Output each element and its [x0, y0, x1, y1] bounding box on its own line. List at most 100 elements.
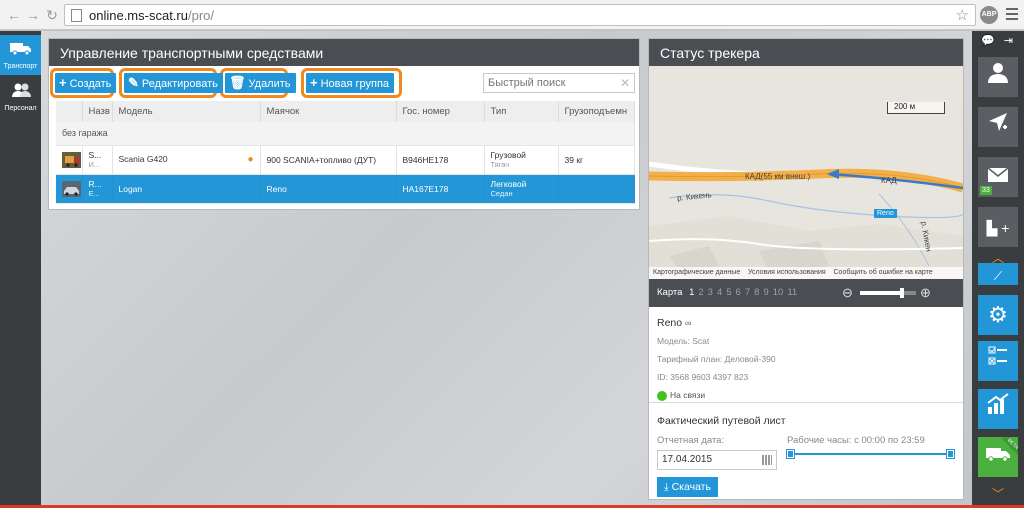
messages-count-badge: 33	[980, 186, 992, 195]
pencil-icon: ✎	[128, 75, 139, 90]
map-page-11[interactable]: 11	[787, 287, 797, 298]
scroll-down-icon[interactable]: ﹀	[972, 488, 1024, 500]
zoom-slider-handle[interactable]	[900, 288, 904, 298]
work-hours-slider[interactable]	[786, 448, 955, 460]
report-error-link[interactable]: Сообщить об ошибке на карте	[834, 269, 933, 276]
map-page-3[interactable]: 3	[708, 287, 713, 298]
forward-arrow-icon[interactable]: →	[25, 7, 41, 23]
map-credits: Картографические данные Условия использо…	[649, 267, 963, 279]
browser-menu-icon[interactable]	[1006, 8, 1018, 23]
settings-button[interactable]: ⚙	[978, 295, 1018, 335]
col-name[interactable]: Назв	[82, 101, 113, 122]
logout-icon[interactable]: ⇥	[1004, 35, 1013, 47]
back-arrow-icon[interactable]: ←	[6, 7, 22, 23]
map-data-link[interactable]: Картографические данные	[653, 269, 740, 276]
vehicle-info: Reno ∞ Модель: Scat Тарифный план: Делов…	[657, 317, 957, 401]
sidebar-item-personnel[interactable]: Персонал	[0, 77, 41, 117]
range-end-handle[interactable]	[946, 449, 955, 459]
profile-button[interactable]	[978, 57, 1018, 97]
range-start-handle[interactable]	[786, 449, 795, 459]
tracker-status-panel: Статус трекера 200 м КАД(55 км внеш.) КА…	[648, 38, 964, 500]
browser-chrome: ← → ↻ online.ms-scat.ru/pro/ ☆ ABP	[0, 0, 1024, 30]
new-group-button[interactable]: + Новая группа	[306, 73, 395, 93]
col-capacity[interactable]: Грузоподъемн	[558, 101, 635, 122]
delete-button[interactable]: 🗑 Удалить	[225, 73, 296, 93]
vehicle-table: Назв Модель Маячок Гос. номер Тип Грузоп…	[56, 101, 635, 204]
col-model[interactable]: Модель	[112, 101, 261, 122]
calendar-icon[interactable]	[762, 455, 772, 465]
plus-icon: +	[59, 75, 67, 90]
adblock-icon[interactable]: ABP	[980, 6, 998, 24]
online-dot-icon	[657, 390, 667, 401]
envelope-icon	[987, 167, 1009, 182]
connection-status: На связи	[657, 390, 957, 401]
map-page-5[interactable]: 5	[726, 287, 731, 298]
col-type[interactable]: Тип	[484, 101, 559, 122]
scroll-up-icon[interactable]: ︿	[972, 252, 1024, 264]
map-page-10[interactable]: 10	[773, 287, 784, 298]
edit-button[interactable]: ✎ Редактировать	[124, 73, 223, 93]
dashboard-add-button[interactable]: ▙ +	[978, 207, 1018, 247]
col-beacon[interactable]: Маячок	[260, 101, 397, 122]
zoom-in-icon[interactable]: ⊕	[920, 286, 931, 299]
reload-icon[interactable]: ↻	[44, 7, 60, 23]
tariff-info: Тарифный план: Деловой-390	[657, 354, 776, 364]
map-page-7[interactable]: 7	[745, 287, 750, 298]
address-bar[interactable]: online.ms-scat.ru/pro/ ☆	[64, 4, 976, 26]
col-plate[interactable]: Гос. номер	[396, 101, 485, 122]
report-date-field[interactable]: 17.04.2015	[657, 450, 777, 470]
work-hours-label: Рабочие часы: с 00:00 по 23:59	[787, 435, 925, 446]
vehicle-model-info: Модель: Scat	[657, 336, 710, 346]
download-button[interactable]: ⤓ Скачать	[657, 477, 718, 497]
vehicle-type: Грузовой Тягач	[484, 145, 559, 175]
reports-chart-button[interactable]: ⟋	[978, 263, 1018, 285]
right-sidebar: 💬 ⇥ 33 ▙ + ︿ ⟋ ⚙ BETA ﹀	[972, 31, 1024, 508]
range-track	[791, 453, 951, 455]
map-page-2[interactable]: 2	[698, 287, 703, 298]
sidebar-item-label: Транспорт	[3, 63, 38, 70]
vehicle-management-panel: Управление транспортными средствами + Соз…	[48, 38, 640, 210]
report-date-label: Отчетная дата:	[657, 435, 725, 446]
vehicle-model: Scania G420 ●	[112, 145, 261, 175]
group-label: без гаража	[56, 122, 635, 146]
map-page-9[interactable]: 9	[763, 287, 768, 298]
map-page-1[interactable]: 1	[689, 287, 694, 298]
clear-search-icon[interactable]: ✕	[620, 76, 630, 90]
table-row[interactable]: S... И... Scania G420 ● 900 SCANIA+топливо…	[56, 145, 635, 175]
map-view[interactable]: 200 м КАД(55 км внеш.) КАД р. Кикень р. …	[649, 66, 963, 279]
map-pages-label: Карта	[657, 287, 683, 298]
analytics-button[interactable]	[978, 389, 1018, 429]
fleet-beta-button[interactable]: BETA	[978, 437, 1018, 477]
vehicle-capacity: 39 кг	[558, 145, 635, 175]
binoculars-icon[interactable]: ∞	[685, 318, 691, 328]
col-thumb	[56, 101, 83, 122]
terms-link[interactable]: Условия использования	[748, 269, 826, 276]
zoom-slider-fill	[860, 291, 902, 295]
group-row[interactable]: без гаража	[56, 122, 635, 146]
zoom-slider[interactable]	[860, 288, 916, 298]
create-button[interactable]: + Создать	[55, 73, 117, 93]
quick-search[interactable]: ✕	[483, 73, 635, 93]
truck-icon	[0, 40, 41, 61]
people-icon	[0, 82, 41, 103]
table-row-selected[interactable]: R... Е... Logan Reno HA167E178 Легковой Се…	[56, 174, 635, 204]
checklist-icon	[988, 346, 1007, 365]
tracking-button[interactable]	[978, 107, 1018, 147]
chat-icon[interactable]: 💬	[981, 35, 995, 47]
vehicle-map-marker[interactable]: Reno	[874, 209, 897, 218]
tasks-button[interactable]	[978, 341, 1018, 381]
status-dot: ●	[247, 154, 254, 165]
truck-icon	[986, 448, 1010, 462]
map-page-4[interactable]: 4	[717, 287, 722, 298]
user-icon	[988, 63, 1008, 83]
zoom-out-icon[interactable]: ⊖	[842, 286, 853, 299]
sidebar-item-label: Персонал	[4, 105, 37, 112]
search-input[interactable]	[484, 74, 614, 92]
bookmark-star-icon[interactable]: ☆	[956, 6, 969, 24]
sidebar-item-transport[interactable]: Транспорт	[0, 35, 41, 75]
map-page-8[interactable]: 8	[754, 287, 759, 298]
map-page-6[interactable]: 6	[736, 287, 741, 298]
map-pages-bar: Карта 1 2 3 4 5 6 7 8 9 10 11 ⊖ ⊕	[649, 279, 963, 307]
messages-button[interactable]: 33	[978, 157, 1018, 197]
url-text: online.ms-scat.ru/pro/	[89, 8, 214, 23]
